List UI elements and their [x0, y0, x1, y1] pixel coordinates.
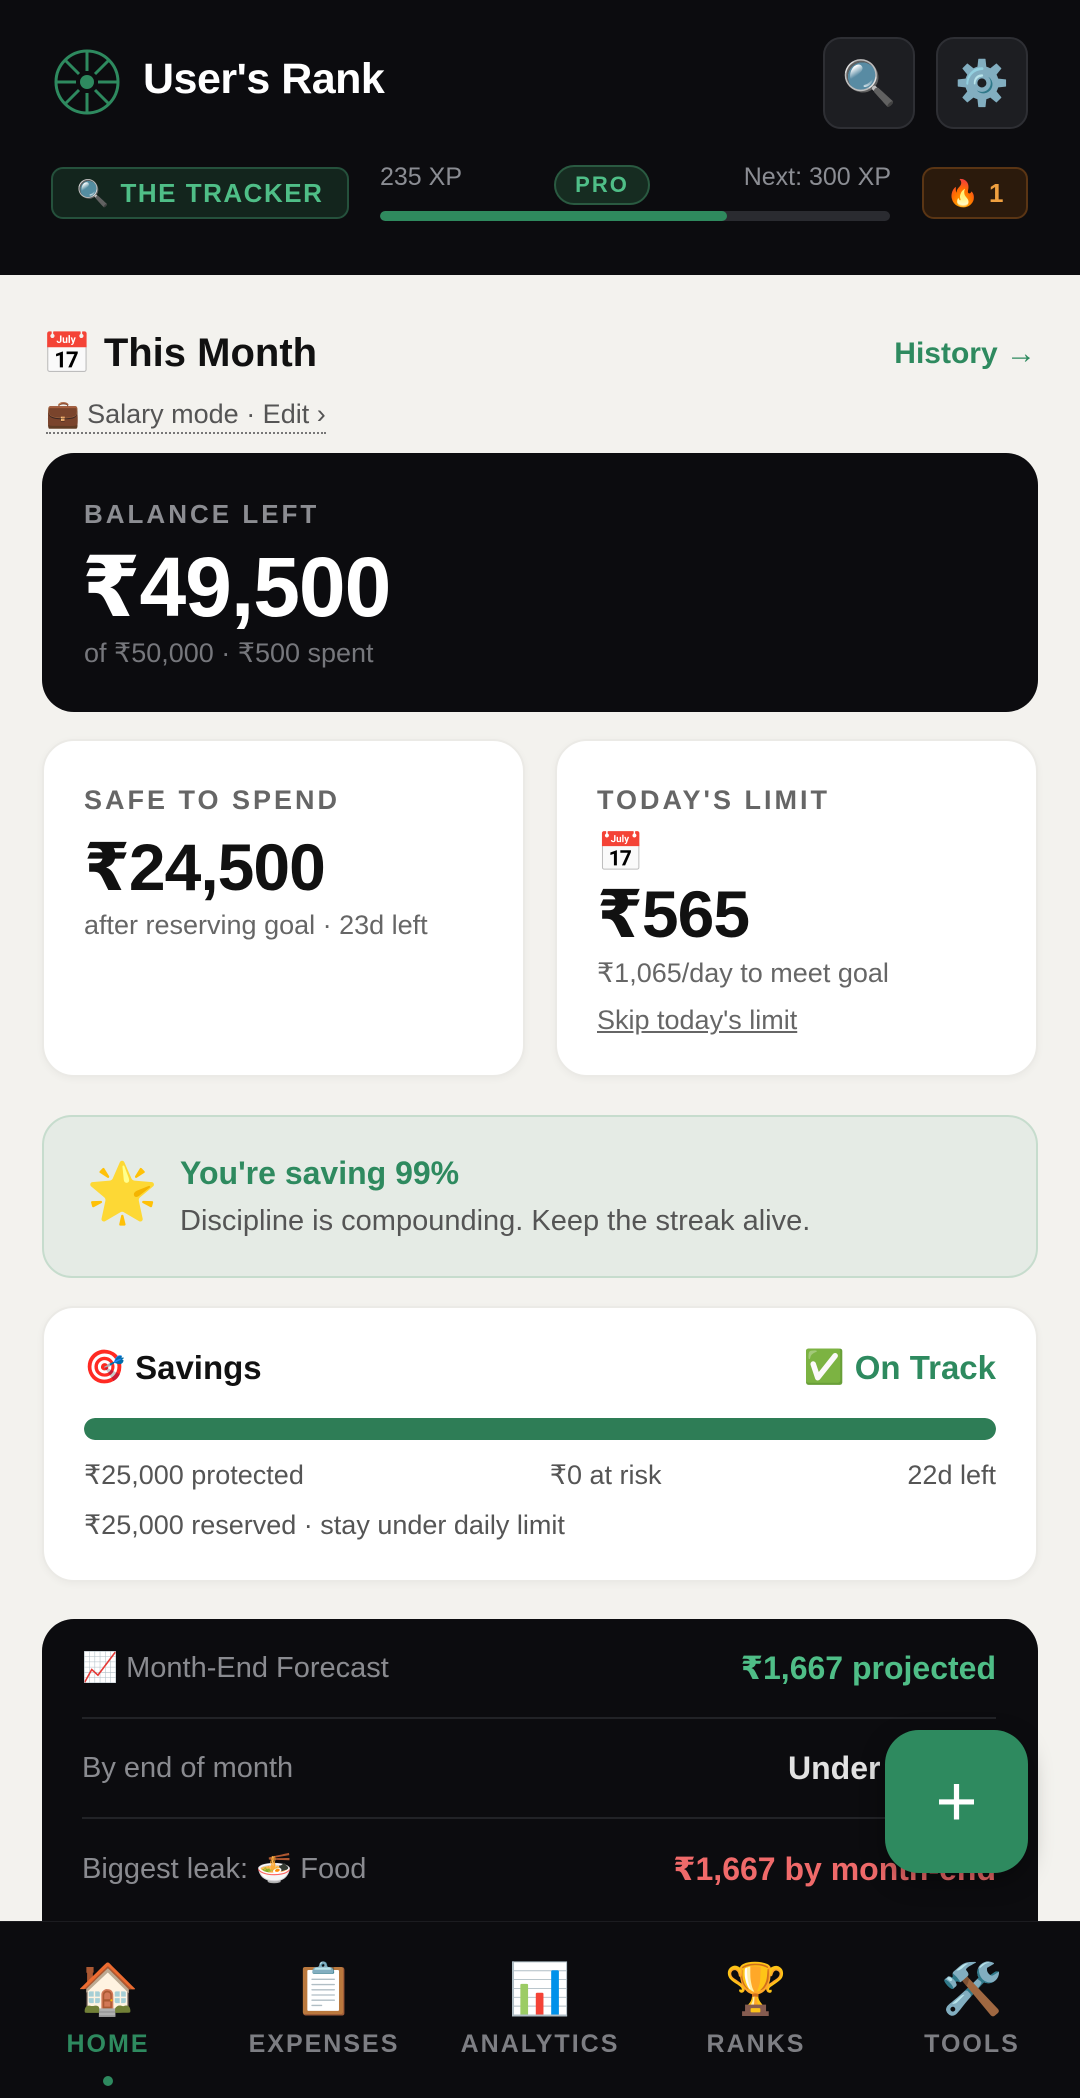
tools-icon: 🛠️ — [940, 1961, 1004, 2017]
safe-to-spend-subtext: after reserving goal · 23d left — [84, 910, 428, 940]
search-icon: 🔍 — [841, 59, 897, 108]
tracker-badge[interactable]: 🔍 THE TRACKER — [51, 167, 349, 219]
active-indicator — [103, 2076, 113, 2086]
skip-limit-link[interactable]: Skip today's limit — [597, 1005, 797, 1036]
app-title: User's Rank — [143, 55, 385, 103]
forecast-row: By end of month Under budget — [82, 1719, 996, 1819]
status-text: On Track — [854, 1348, 996, 1386]
safe-to-spend-label: SAFE TO SPEND — [84, 785, 341, 815]
protected-amount: ₹25,000 protected — [84, 1460, 304, 1490]
todays-limit-card: TODAY'S LIMIT 📅 ₹565 ₹1,065/day to meet … — [555, 739, 1038, 1077]
fire-icon: 🔥 — [946, 177, 979, 208]
add-expense-button[interactable]: + — [885, 1730, 1028, 1873]
safe-to-spend-card: SAFE TO SPEND ₹24,500 after reserving go… — [42, 739, 525, 1077]
check-icon: ✅ — [803, 1348, 845, 1385]
streak-badge[interactable]: 🔥 1 — [922, 167, 1028, 219]
settings-button[interactable]: ⚙️ — [936, 37, 1028, 129]
house-icon: 🏠 — [76, 1961, 140, 2017]
streak-count: 1 — [988, 177, 1004, 208]
xp-next: Next: 300 XP — [743, 163, 891, 191]
nav-label: RANKS — [706, 2030, 806, 2058]
forecast-row: Biggest leak: 🍜 Food ₹1,667 by month-end — [82, 1819, 996, 1919]
todays-limit-value: ₹565 — [597, 877, 750, 951]
savings-title: 🎯 Savings — [84, 1348, 262, 1387]
calendar-icon: 📅 — [597, 832, 645, 874]
nav-item-ranks[interactable]: 🏆 RANKS — [648, 1960, 864, 2059]
nav-item-tools[interactable]: 🛠️ TOOLS — [864, 1960, 1080, 2059]
forecast-row: 📈 Month-End Forecast ₹1,667 projected — [82, 1619, 996, 1719]
month-title-text: This Month — [103, 331, 318, 375]
savings-stats: ₹25,000 protected ₹0 at risk 22d left — [84, 1460, 996, 1491]
savings-card[interactable]: 🎯 Savings ✅ On Track ₹25,000 protected ₹… — [42, 1306, 1038, 1582]
safe-to-spend-value: ₹24,500 — [84, 830, 326, 904]
forecast-label: By end of month — [82, 1751, 294, 1784]
star-icon: 🌟 — [86, 1160, 159, 1225]
todays-limit-label: TODAY'S LIMIT — [597, 785, 830, 815]
savings-title-text: Savings — [135, 1348, 262, 1386]
forecast-label-text: Month-End Forecast — [126, 1651, 389, 1684]
savings-progress-fill — [84, 1418, 996, 1440]
magnifier-icon: 🔍 — [76, 177, 111, 208]
gear-icon: ⚙️ — [954, 59, 1010, 108]
pro-badge: PRO — [554, 165, 650, 205]
status-badge: ✅ On Track — [804, 1348, 996, 1387]
nav-label: TOOLS — [924, 2030, 1020, 2058]
balance-value: ₹49,500 — [82, 540, 391, 634]
logo-icon — [54, 49, 120, 115]
app-header: User's Rank 🔍 ⚙️ 🔍 THE TRACKER 235 XP PR… — [0, 0, 1080, 275]
tip-text: Discipline is compounding. Keep the stre… — [180, 1205, 811, 1237]
nav-item-expenses[interactable]: 📋 EXPENSES — [216, 1960, 432, 2059]
nav-label: EXPENSES — [248, 2030, 400, 2058]
xp-progress-bar — [380, 211, 890, 221]
nav-item-home[interactable]: 🏠 HOME — [0, 1960, 216, 2086]
balance-label: BALANCE LEFT — [84, 499, 320, 529]
clipboard-icon: 📋 — [292, 1961, 356, 2017]
xp-current: 235 XP — [380, 163, 463, 191]
balance-subtext: of ₹50,000 · ₹500 spent — [84, 638, 374, 668]
balance-card: BALANCE LEFT ₹49,500 of ₹50,000 · ₹500 s… — [42, 453, 1038, 712]
target-icon: 🎯 — [84, 1348, 126, 1385]
savings-note: ₹25,000 reserved · stay under daily limi… — [84, 1510, 565, 1540]
forecast-label: 📈 Month-End Forecast — [82, 1651, 389, 1685]
todays-limit-subtext: ₹1,065/day to meet goal — [597, 958, 889, 988]
saving-tip-card: 🌟 You're saving 99% Discipline is compou… — [42, 1115, 1038, 1278]
xp-progress-fill — [380, 211, 727, 221]
nav-item-analytics[interactable]: 📊 ANALYTICS — [432, 1960, 648, 2059]
history-link[interactable]: History → — [894, 337, 1036, 371]
nav-label: HOME — [66, 2030, 150, 2058]
at-risk-amount: ₹0 at risk — [549, 1460, 662, 1490]
tracker-label: THE TRACKER — [120, 177, 324, 208]
days-left: 22d left — [907, 1460, 996, 1490]
trophy-icon: 🏆 — [724, 1961, 788, 2017]
search-button[interactable]: 🔍 — [823, 37, 915, 129]
tip-title: You're saving 99% — [180, 1155, 460, 1191]
forecast-label: Biggest leak: 🍜 Food — [82, 1853, 367, 1885]
savings-progress-bar — [84, 1418, 996, 1440]
nav-label: ANALYTICS — [460, 2030, 620, 2058]
calendar-icon: 📅 — [42, 332, 92, 376]
salary-mode-edit[interactable]: 💼 Salary mode · Edit › — [46, 398, 326, 434]
bottom-nav: 🏠 HOME 📋 EXPENSES 📊 ANALYTICS 🏆 RANKS 🛠️… — [0, 1921, 1080, 2098]
trend-chart-icon: 📈 — [82, 1652, 119, 1684]
forecast-value: ₹1,667 projected — [740, 1650, 996, 1686]
bar-chart-icon: 📊 — [508, 1961, 572, 2017]
section-title: 📅 This Month — [42, 330, 317, 377]
